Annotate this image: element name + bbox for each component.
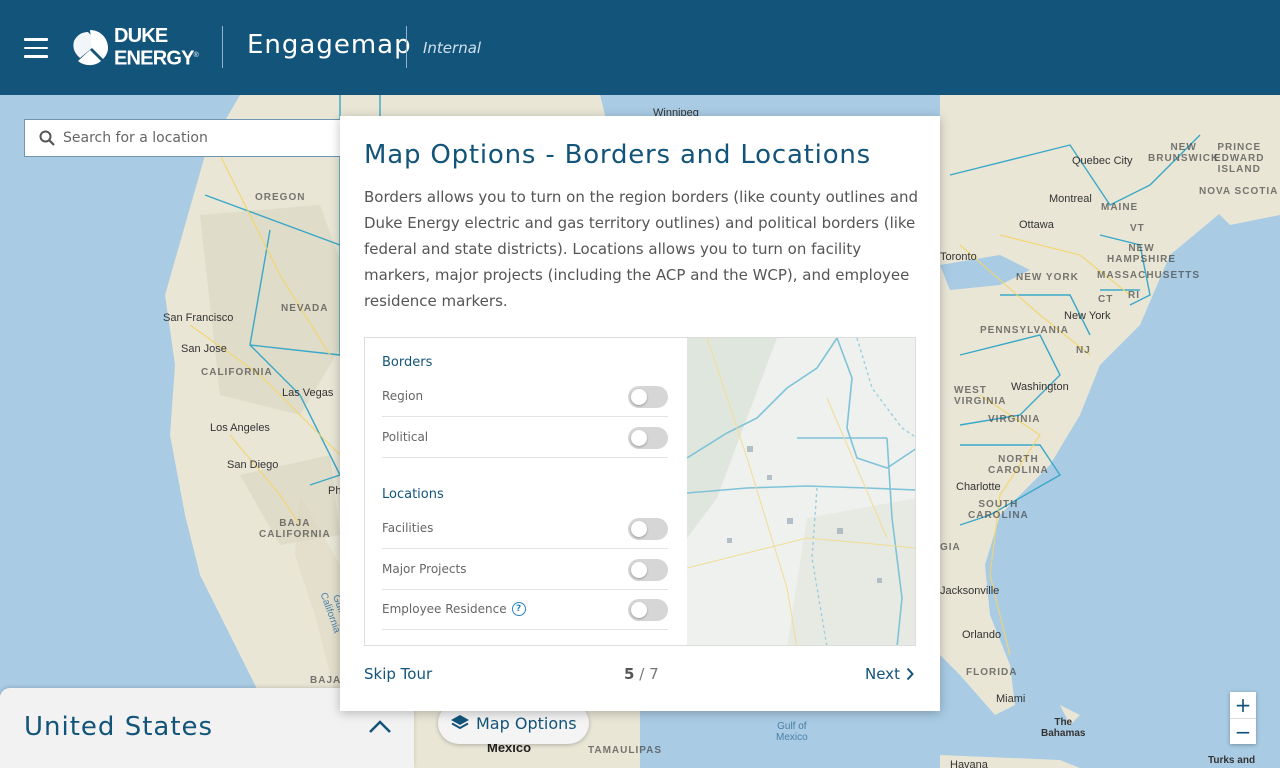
next-button[interactable]: Next [865,665,914,683]
option-label: Facilities [382,521,434,535]
map-city-label: Washington [1011,381,1069,393]
map-region-label: OREGON [255,192,306,203]
search-input[interactable] [63,130,323,146]
map-region-label: FLORIDA [966,667,1018,678]
app-title: Engagemap [247,30,412,60]
map-city-label: Toronto [940,251,977,263]
map-city-label: San Jose [181,343,227,355]
map-city-label: Charlotte [956,481,1001,493]
chevron-right-icon [906,667,914,681]
skip-tour-link[interactable]: Skip Tour [364,665,432,683]
map-region-label: SOUTH CAROLINA [968,499,1029,521]
zoom-control: + − [1230,692,1256,744]
map-city-label: San Diego [227,459,279,471]
map-city-label: Havana [950,759,988,768]
map-region-label: VT [1130,223,1145,234]
map-region-label: MASSACHUSETTS [1097,270,1201,281]
map-city-label: San Francisco [163,312,234,324]
region-name: United States [24,712,214,742]
map-region-label: VIRGINIA [988,414,1041,425]
map-region-label: MAINE [1101,202,1139,213]
preview-options-panel: Borders Region Political Locations Facil… [365,338,687,645]
map-region-label: NOVA SCOTIA [1199,186,1279,197]
map-region-label: RI [1128,290,1140,301]
major-projects-toggle[interactable] [628,559,668,581]
map-city-label: Montreal [1049,193,1092,205]
locations-heading: Locations [382,487,444,502]
option-label-wrap: Employee Residence ? [382,602,526,616]
option-row-employee-residence: Employee Residence ? [382,589,668,630]
option-row-major-projects: Major Projects [382,549,668,590]
menu-icon[interactable] [24,38,48,58]
preview-map-graphic [686,338,915,645]
zoom-out-button[interactable]: − [1230,718,1256,744]
step-separator: / [639,665,645,683]
help-icon[interactable]: ? [511,602,526,616]
map-region-label: BAJA CALIFORNIA [259,518,331,540]
option-row-region: Region [382,376,668,417]
app-header: DUKE ENERGY® Engagemap Internal [0,0,1280,95]
map-country-label: The Bahamas [1041,717,1086,739]
political-toggle[interactable] [628,427,668,449]
map-region-label: GIA [940,542,961,553]
map-city-label: Las Vegas [282,387,334,399]
map-region-label: TAMAULIPAS [588,745,663,756]
map-region-label: NEW BRUNSWICK [1148,142,1220,164]
map-options-label: Map Options [476,713,577,733]
tour-modal: Map Options - Borders and Locations Bord… [340,116,940,711]
environment-label: Internal [423,39,482,57]
map-city-label: Jacksonville [940,585,1000,597]
duke-energy-logo[interactable]: DUKE ENERGY® [70,25,199,70]
map-country-label: Turks and [1208,755,1256,766]
search-icon [39,130,55,146]
map-region-label: PRINCE EDWARD ISLAND [1214,142,1265,175]
tour-preview-image: Borders Region Political Locations Facil… [364,337,916,646]
map-city-label: Los Angeles [210,422,270,434]
total-steps: 7 [649,665,659,683]
map-region-label: BAJA [310,675,342,686]
employee-residence-toggle[interactable] [628,599,668,621]
borders-heading: Borders [382,355,433,370]
next-label: Next [865,665,900,683]
option-label: Major Projects [382,562,467,576]
tour-description: Borders allows you to turn on the region… [364,188,919,310]
map-water-label: Gulf of Mexico [776,721,808,743]
facilities-toggle[interactable] [628,518,668,540]
preview-map [686,338,915,645]
current-step: 5 [624,665,635,683]
map-region-label: NORTH CAROLINA [988,454,1049,476]
map-region-label: PENNSYLVANIA [980,325,1069,336]
map-region-label: NEW YORK [1016,272,1079,283]
map-city-label: Ottawa [1019,219,1054,231]
map-city-label: New York [1064,310,1111,322]
option-label: Region [382,389,424,403]
map-city-label: Miami [996,693,1026,705]
map-region-label: WEST VIRGINIA [954,385,1007,407]
header-divider [406,26,407,68]
region-toggle[interactable] [628,386,668,408]
map-region-label: CALIFORNIA [201,367,273,378]
layers-icon [451,715,469,730]
tour-step-indicator: 5 / 7 [624,665,659,683]
map-region-label: NJ [1076,345,1091,356]
header-divider [222,26,223,68]
map-region-label: CT [1098,294,1114,305]
map-city-label: Quebec City [1072,155,1133,167]
map-city-label: Orlando [962,629,1002,641]
zoom-in-button[interactable]: + [1230,692,1256,718]
map-region-label: NEVADA [281,303,329,314]
map-region-label: NEW HAMPSHIRE [1107,243,1177,265]
option-row-facilities: Facilities [382,508,668,549]
logo-wordmark: DUKE ENERGY® [114,25,199,70]
tour-title: Map Options - Borders and Locations [364,140,872,170]
option-row-political: Political [382,417,668,458]
option-label: Employee Residence [382,602,507,616]
logo-mark-icon [73,30,108,66]
chevron-up-icon[interactable] [366,716,394,736]
location-search[interactable] [24,119,354,157]
option-label: Political [382,430,429,444]
